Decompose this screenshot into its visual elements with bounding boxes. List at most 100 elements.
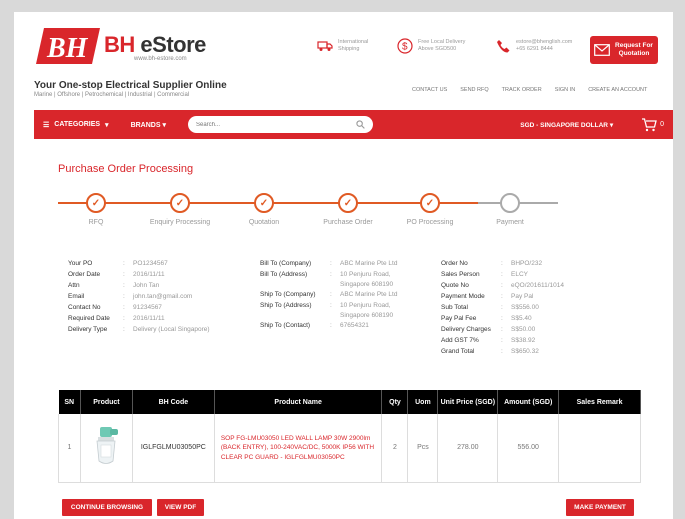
mail-icon <box>594 44 610 56</box>
step-label: Purchase Order <box>323 219 373 226</box>
info-key: Bill To (Address) <box>260 271 308 278</box>
column-header: Sales Remark <box>558 390 641 414</box>
chevron-down-icon: ▾ <box>162 121 166 129</box>
check-icon: ✓ <box>425 197 435 209</box>
brand-name: BH <box>104 32 135 57</box>
brand[interactable]: BH eStore www.bh-estore.com <box>104 32 206 62</box>
info-value: eQO/201611/1014 <box>511 282 565 289</box>
view-pdf-button[interactable]: VIEW PDF <box>157 499 204 516</box>
info-value: S$38.92 <box>511 337 536 344</box>
step-label: Enquiry Processing <box>149 219 211 226</box>
check-icon: ✓ <box>259 197 269 209</box>
info-key: Add GST 7% <box>441 337 479 344</box>
delivery-text: Free Local Delivery Above SGD500 <box>418 39 466 52</box>
info-key: Quote No <box>441 282 469 289</box>
step-label: Quotation <box>248 219 280 226</box>
brands-menu[interactable]: BRANDS ▾ <box>131 121 166 129</box>
step-purchase-order: ✓ <box>338 193 358 213</box>
info-key: Ship To (Company) <box>260 291 316 298</box>
info-value: S$650.32 <box>511 348 539 355</box>
chevron-down-icon: ▾ <box>609 121 614 129</box>
column-header: SN <box>58 390 81 414</box>
search-icon[interactable] <box>356 120 365 129</box>
page-title: Purchase Order Processing <box>58 163 194 175</box>
check-icon: ✓ <box>343 197 353 209</box>
order-info-middle: Bill To (Company): ABC Marine Pte Ltd Bil… <box>260 260 398 329</box>
info-value: PO1234567 <box>133 260 168 267</box>
info-value: S$5.40 <box>511 315 532 322</box>
create-account-link[interactable]: CREATE AN ACCOUNT <box>588 87 647 93</box>
cell-product-name[interactable]: SOP FG-LMU03050 LED WALL LAMP 30W 2900lm… <box>213 414 383 483</box>
column-header: BH Code <box>132 390 215 414</box>
currency-selector[interactable]: SGD - SINGAPORE DOLLAR ▾ <box>520 121 613 129</box>
cell-qty: 2 <box>381 414 409 483</box>
info-key: Grand Total <box>441 348 475 355</box>
shipping-text: International Shipping <box>338 39 369 52</box>
send-rfq-link[interactable]: SEND RFQ <box>460 87 488 93</box>
column-header: Uom <box>407 390 439 414</box>
info-key: Bill To (Company) <box>260 260 312 267</box>
phone-icon <box>494 37 512 55</box>
wall-lamp-icon <box>96 426 119 464</box>
tagline-title: Your One-stop Electrical Supplier Online <box>34 80 227 91</box>
order-info-right: Order No: BHPO/232 Sales Person: ELCY Quot… <box>441 260 565 355</box>
step-label: RFQ <box>88 219 104 226</box>
step-po-processing: ✓ <box>420 193 440 213</box>
tagline-sub: Marine | Offshore | Petrochemical | Indu… <box>34 92 190 98</box>
column-header: Amount (SGD) <box>497 390 560 414</box>
dollar-icon: $ <box>396 37 414 55</box>
hamburger-icon: ☰ <box>43 121 50 129</box>
step-payment <box>500 193 520 213</box>
request-quotation-button[interactable]: Request For Quotation <box>590 36 658 64</box>
contact-us-link[interactable]: CONTACT US <box>412 87 447 93</box>
info-value: 91234567 <box>133 304 162 311</box>
step-enquiry-processing: ✓ <box>170 193 190 213</box>
info-key: Order Date <box>68 271 101 278</box>
search-bar <box>187 116 373 133</box>
info-value: 2016/11/11 <box>133 315 165 322</box>
info-key: Delivery Type <box>68 326 108 333</box>
info-key: Sub Total <box>441 304 468 311</box>
categories-menu[interactable]: ☰ CATEGORIES ▾ <box>43 121 109 129</box>
truck-icon <box>316 37 334 55</box>
continue-browsing-button[interactable]: CONTINUE BROWSING <box>62 499 152 516</box>
info-key: Ship To (Address) <box>260 302 312 309</box>
column-header: Product Name <box>214 390 383 414</box>
info-value: ELCY <box>511 271 528 278</box>
cell-sn: 1 <box>58 414 81 483</box>
brands-label: BRANDS <box>130 121 161 129</box>
info-value: S$50.00 <box>511 326 536 333</box>
bh-logo-icon[interactable]: BH <box>34 26 102 66</box>
column-header: Unit Price (SGD) <box>437 390 499 414</box>
cell-amount: 556.00 <box>497 414 560 483</box>
info-value: Delivery (Local Singapore) <box>133 326 210 333</box>
info-value: BHPO/232 <box>511 260 543 267</box>
product-image[interactable] <box>79 414 133 483</box>
check-icon: ✓ <box>91 197 101 209</box>
info-key: Required Date <box>68 315 110 322</box>
step-quotation: ✓ <box>254 193 274 213</box>
cart-button[interactable]: 0 <box>641 117 664 132</box>
info-value: john.tan@gmail.com <box>133 293 193 300</box>
tagline: Your One-stop Electrical Supplier Online… <box>34 80 227 98</box>
cell-uom: Pcs <box>407 414 439 483</box>
delivery-info: $ Free Local Delivery Above SGD500 <box>396 37 470 55</box>
info-key: Order No <box>441 260 468 267</box>
cart-icon <box>642 117 657 131</box>
step-label: PO Processing <box>406 219 454 226</box>
table-header-row: SN Product BH Code Product Name Qty Uom … <box>58 390 641 414</box>
sign-in-link[interactable]: SIGN IN <box>555 87 575 93</box>
info-value: Pay Pal <box>511 293 534 300</box>
currency-label: SGD - SINGAPORE DOLLAR <box>520 121 609 129</box>
info-value: Singapore 608190 <box>340 311 394 319</box>
info-key: Ship To (Contact) <box>260 322 311 329</box>
search-input[interactable] <box>195 121 346 128</box>
info-value: 2016/11/11 <box>133 271 165 278</box>
column-header: Qty <box>381 390 409 414</box>
step-label: Payment <box>496 219 524 226</box>
main-navbar: ☰ CATEGORIES ▾ BRANDS ▾ SGD - SINGAPORE … <box>34 110 673 139</box>
info-value: Singapore 608190 <box>340 280 394 288</box>
track-order-link[interactable]: TRACK ORDER <box>502 87 542 93</box>
cell-unit-price: 278.00 <box>437 414 499 483</box>
make-payment-button[interactable]: MAKE PAYMENT <box>566 499 634 516</box>
